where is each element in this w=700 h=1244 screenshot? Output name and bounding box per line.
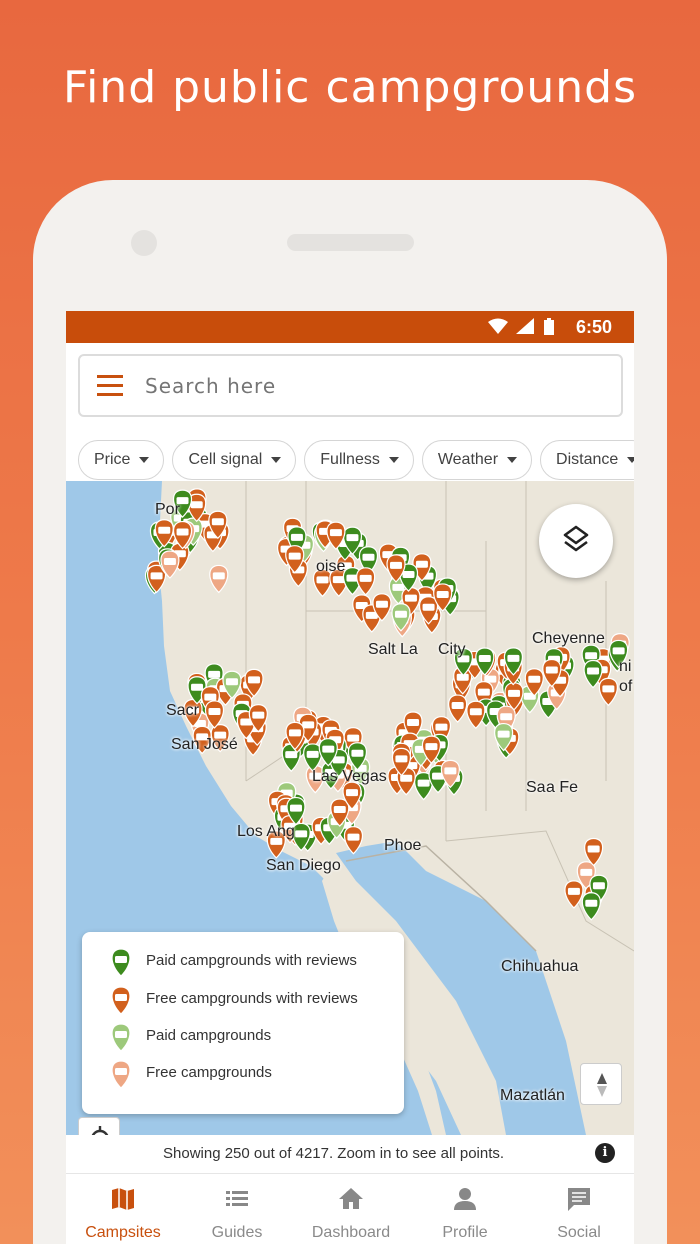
city-label: Phoe <box>384 837 422 854</box>
city-label: Cheyenne <box>532 630 605 647</box>
points-count-text: Showing 250 out of 4217. Zoom in to see … <box>163 1145 505 1162</box>
phone-camera <box>131 230 157 256</box>
nav-social[interactable]: Social <box>522 1174 634 1244</box>
filter-chips: Price Cell signal Fullness Weather Distance <box>78 440 634 480</box>
list-icon <box>226 1191 248 1206</box>
campground-pin <box>343 826 364 855</box>
person-icon <box>454 1188 476 1210</box>
campground-pin <box>466 700 486 730</box>
city-label: Las Vegas <box>312 768 387 785</box>
campground-pin <box>111 986 131 1015</box>
filter-fullness[interactable]: Fullness <box>304 440 414 480</box>
nav-profile[interactable]: Profile <box>408 1174 522 1244</box>
layers-button[interactable] <box>539 504 613 578</box>
free-reviewed-pin-icon <box>111 986 131 1015</box>
chevron-down-icon <box>388 456 399 463</box>
city-label: City <box>438 641 466 658</box>
city-label: San Diego <box>266 857 341 874</box>
campground-pin <box>111 1060 131 1089</box>
campground-pin <box>448 694 468 723</box>
bottom-nav: Campsites Guides Dashboard Profile Socia… <box>66 1173 634 1244</box>
city-label: Salt La <box>368 641 418 658</box>
search-box[interactable]: Search here <box>78 354 623 417</box>
wifi-icon <box>488 318 508 334</box>
nav-guides[interactable]: Guides <box>180 1174 294 1244</box>
status-bar: 6:50 <box>66 311 634 343</box>
chevron-down-icon <box>139 456 150 463</box>
campground-pin <box>581 892 601 921</box>
menu-icon[interactable] <box>97 375 123 397</box>
phone-speaker <box>287 234 414 251</box>
city-label: of <box>619 678 633 695</box>
chat-icon <box>568 1188 590 1211</box>
top-bar: Search here Price Cell signal Fullness Weat… <box>66 343 634 481</box>
campground-pin <box>564 880 584 909</box>
info-bar: Showing 250 out of 4217. Zoom in to see … <box>66 1135 634 1173</box>
search-input[interactable]: Search here <box>145 374 276 398</box>
promo-headline: Find public campgrounds <box>62 62 638 113</box>
chevron-down-icon <box>271 456 282 463</box>
layers-icon <box>563 525 589 552</box>
filter-weather[interactable]: Weather <box>421 440 533 480</box>
status-time: 6:50 <box>575 317 612 337</box>
campground-pin <box>356 567 376 596</box>
map-legend: Paid campgrounds with reviews Free campg… <box>82 932 404 1114</box>
compass-button[interactable] <box>580 1063 622 1105</box>
campground-pin <box>111 948 131 977</box>
city-label: Chihuahua <box>501 958 579 975</box>
chevron-down-icon <box>507 456 518 463</box>
filter-cell-signal[interactable]: Cell signal <box>172 440 297 480</box>
map-icon <box>112 1188 134 1210</box>
city-label: oise <box>316 558 346 575</box>
chevron-down-icon <box>627 456 634 463</box>
filter-distance[interactable]: Distance <box>540 440 634 480</box>
city-label: Por <box>155 501 180 518</box>
city-label: Mazatlán <box>500 1087 565 1104</box>
city-label: a Fe <box>546 779 579 796</box>
map-view[interactable]: Por oise Salt La City Cheyenne Sacr San … <box>66 481 634 1135</box>
paid-pin-icon <box>111 1023 131 1052</box>
app-screen: 6:50 Search here Price Cell signal Fullnes… <box>66 311 634 1244</box>
city-label: Sa <box>526 779 546 796</box>
signal-icon <box>516 318 534 334</box>
city-label: Los Ang <box>237 823 295 840</box>
city-label: San José <box>171 736 238 753</box>
nav-campsites[interactable]: Campsites <box>66 1174 180 1244</box>
home-icon <box>339 1188 363 1209</box>
filter-price[interactable]: Price <box>78 440 165 480</box>
status-icons <box>488 318 554 335</box>
campground-pin <box>598 677 618 707</box>
nav-dashboard[interactable]: Dashboard <box>294 1174 408 1244</box>
city-label: ni <box>619 658 632 675</box>
compass-icon <box>597 1073 607 1097</box>
campground-pin <box>111 1023 131 1052</box>
city-label: Sacr <box>166 702 199 719</box>
battery-icon <box>544 320 554 335</box>
info-icon[interactable]: i <box>595 1143 615 1163</box>
campground-pin <box>209 564 229 594</box>
free-pin-icon <box>111 1060 131 1089</box>
paid-reviewed-pin-icon <box>111 948 131 977</box>
